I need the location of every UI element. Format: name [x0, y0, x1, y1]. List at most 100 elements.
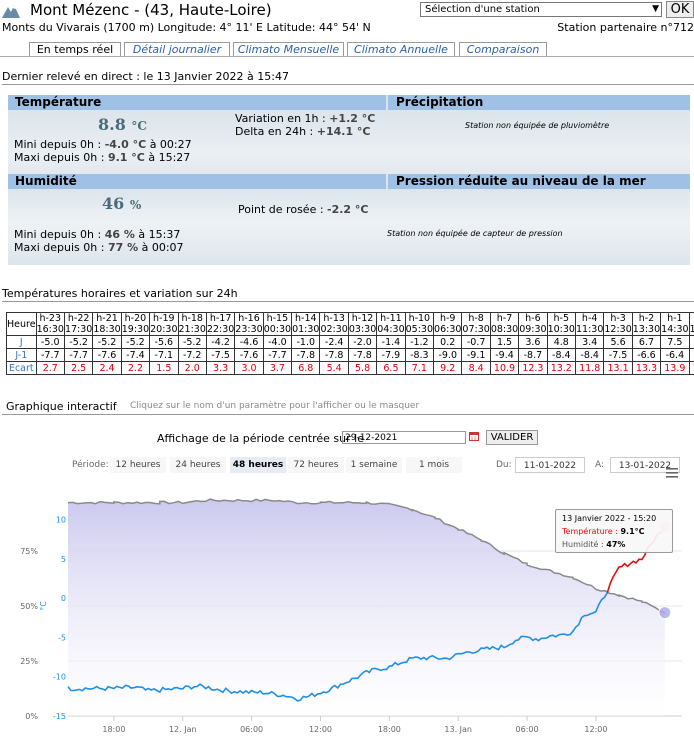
y-right-axis-label: °C	[39, 601, 48, 611]
temp-cell: 2.5	[63, 361, 94, 375]
hour-header-cell: h-4 11:30	[574, 312, 605, 336]
section-divider	[2, 414, 694, 415]
humidity-header: Humidité	[8, 174, 386, 189]
temp-cell: -7.7	[35, 348, 65, 362]
x-tick-label: 18:00	[102, 725, 125, 734]
row-ecart: Ecart 2.7 2.5 2.4 2.2 1.5 2.0 3.3 3.0 3.7 6.8 5.4 5.…	[6, 361, 694, 375]
temp-cell: 10.9	[489, 361, 520, 375]
temp-cell: 9.2	[433, 361, 463, 375]
precipitation-header: Précipitation	[388, 95, 690, 110]
temp-cell: -7.5	[205, 348, 236, 362]
y-right-tick-label: -15	[53, 712, 66, 721]
tab-detail-journalier[interactable]: Détail journalier	[124, 42, 230, 57]
hour-header-cell: h-15 00:30	[262, 312, 293, 336]
hour-time: 05:30	[405, 324, 434, 335]
ok-button[interactable]: OK	[666, 1, 694, 18]
hum-maxi-label: Maxi depuis 0h :	[14, 241, 108, 254]
x-tick-label: 06:00	[240, 725, 263, 734]
temp-cell: -4.6	[234, 335, 264, 349]
hamburger-menu-icon[interactable]	[666, 468, 678, 478]
hour-offset: h-18	[181, 313, 203, 324]
pressure-header: Pression réduite au niveau de la mer	[388, 174, 690, 189]
hour-time: 18:30	[93, 324, 121, 335]
tab-comparaison[interactable]: Comparaison	[459, 42, 547, 57]
y-right-tick-label: 5	[61, 555, 66, 564]
temp-cell: -7.2	[177, 348, 207, 362]
temp-cell: 13.3	[631, 361, 662, 375]
hour-time: 09:30	[519, 324, 547, 335]
valider-button[interactable]: VALIDER	[486, 430, 538, 445]
hour-offset: h-2	[638, 313, 655, 324]
range-72h-button[interactable]: 72 heures	[288, 457, 344, 473]
maxi-value: 9.1 °C	[107, 151, 145, 164]
graph-hint: Cliquez sur le nom d'un paramètre pour l…	[130, 401, 420, 411]
temp-cell: -6.4	[660, 348, 690, 362]
temp-cell: -7.8	[319, 348, 349, 362]
chevron-down-icon: ▼	[652, 4, 659, 14]
hum-maxi-value: 77 %	[107, 241, 139, 254]
temp-cell: -5.2	[177, 335, 207, 349]
hour-header-cell: h-11 04:30	[376, 312, 406, 336]
period-date-input[interactable]: 29-12-2021	[342, 431, 466, 444]
hour-header-cell: h-3 12:30	[603, 312, 633, 336]
hour-offset: h-12	[351, 313, 374, 324]
hour-header-cell: h-12 03:30	[347, 312, 378, 336]
hour-offset: h-4	[581, 313, 598, 324]
temp-cell: -7.8	[291, 348, 321, 362]
hour-offset: h-20	[124, 313, 147, 324]
calendar-icon[interactable]	[469, 431, 479, 441]
x-tick-label: 18:00	[378, 725, 401, 734]
range-24h-button[interactable]: 24 heures	[170, 457, 226, 473]
hour-time: 01:30	[292, 324, 320, 335]
temp-cell: -9.4	[489, 348, 520, 362]
temperature-mini: Mini depuis 0h : -4.0 °C à 00:27	[14, 138, 192, 151]
hour-header-cell: h-18 21:30	[177, 312, 207, 336]
mini-label: Mini depuis 0h :	[14, 138, 105, 151]
tab-climato-annuelle[interactable]: Climato Annuelle	[347, 42, 455, 57]
tooltip-temp-label: Température :	[562, 527, 621, 536]
range-48h-button[interactable]: 48 heures	[230, 457, 286, 473]
temp-cell: 13.9	[660, 361, 690, 375]
hour-header-cell: h-21 18:30	[92, 312, 122, 336]
hour-header-cell: h-20 19:30	[120, 312, 151, 336]
temp-cell: -5.7	[688, 348, 694, 362]
hour-header-cell: h-9 06:30	[433, 312, 463, 336]
hour-time: 19:30	[121, 324, 150, 335]
du-date-input[interactable]: 11-01-2022	[515, 457, 585, 473]
tooltip-temp-value: 9.1°C	[620, 527, 645, 536]
hour-offset: h-7	[496, 313, 513, 324]
range-1-mois-button[interactable]: 1 mois	[406, 457, 462, 473]
tooltip-temperature: Température : 9.1°C	[562, 525, 666, 538]
y-right-tick-label: -5	[58, 633, 66, 642]
temperature-maxi: Maxi depuis 0h : 9.1 °C à 15:27	[14, 151, 190, 164]
temp-cell: 2.7	[35, 361, 65, 375]
range-12h-button[interactable]: 12 heures	[110, 457, 166, 473]
temp-cell: -9.0	[433, 348, 463, 362]
range-1-semaine-button[interactable]: 1 semaine	[346, 457, 402, 473]
temp-cell: 3.7	[262, 361, 293, 375]
hour-time: 10:30	[547, 324, 575, 335]
hour-offset: h-9	[439, 313, 456, 324]
dew-point: Point de rosée : -2.2 °C	[238, 203, 369, 216]
row-label-j1: J-1	[6, 348, 37, 362]
hour-time: 17:30	[64, 324, 93, 335]
hour-offset: h	[690, 313, 694, 324]
humidity-hover-marker	[658, 606, 672, 620]
temp-cell: -7.8	[347, 348, 378, 362]
x-tick-label: 12:00	[584, 725, 607, 734]
temp-cell: -2.4	[319, 335, 349, 349]
temp-cell: 6.8	[291, 361, 321, 375]
delta-value: +14.1 °C	[316, 125, 371, 138]
hour-time: 21:30	[178, 324, 206, 335]
hour-offset: h-5	[553, 313, 570, 324]
row-j1: J-1 -7.7 -7.7 -7.6 -7.4 -7.1 -7.2 -7.5 -7.6 -7.7-…	[6, 348, 694, 362]
tab-temps-reel[interactable]: En temps réel	[29, 42, 121, 57]
row-label-ecart: Ecart	[6, 361, 37, 375]
tab-climato-mensuelle[interactable]: Climato Mensuelle	[233, 42, 344, 57]
temp-cell: 14.8	[688, 361, 694, 375]
partner-label: Station partenaire n°712	[557, 21, 694, 34]
station-select[interactable]: Sélection d'une station ▼	[420, 2, 662, 17]
du-label: Du:	[496, 460, 512, 470]
variation-label: Variation en 1h :	[235, 112, 330, 125]
y-right-tick-label: 0	[61, 594, 66, 603]
